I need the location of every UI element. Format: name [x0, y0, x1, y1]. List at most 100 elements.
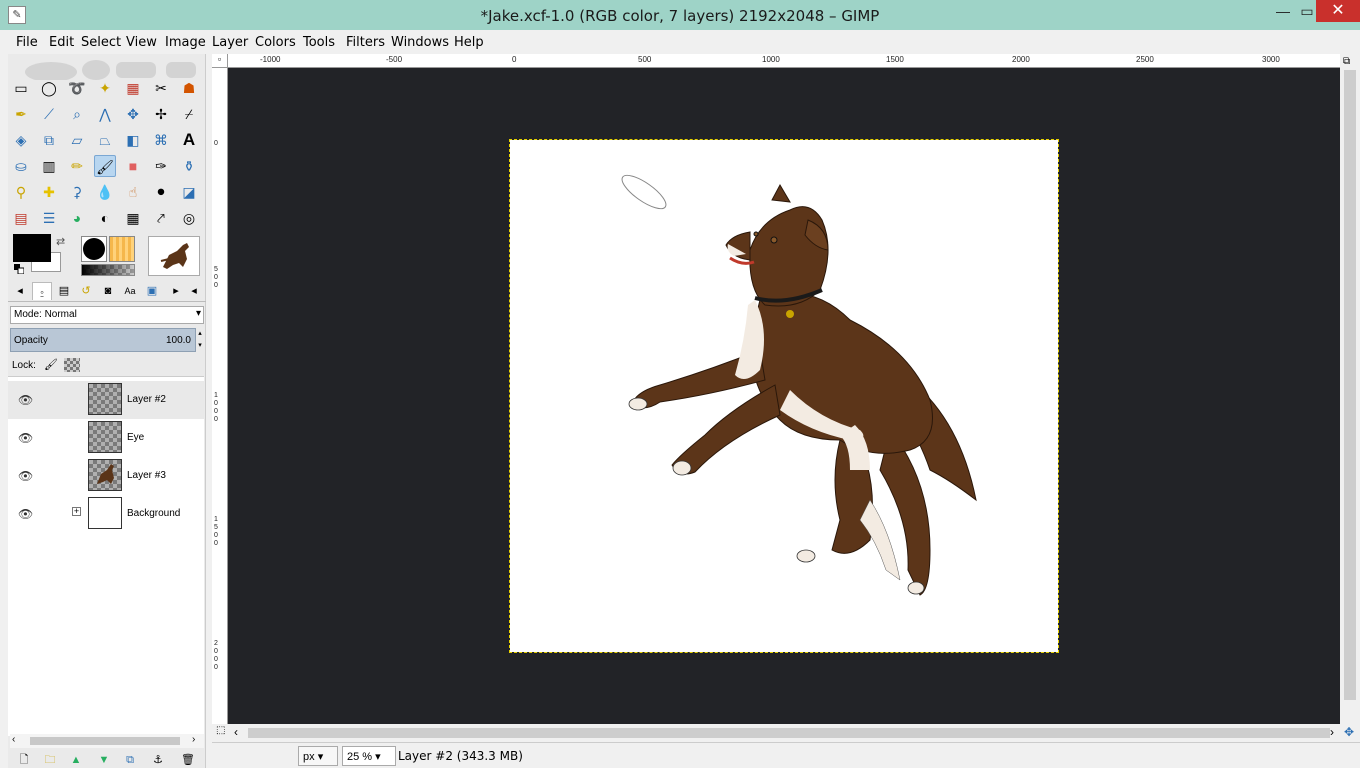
vertical-scrollbar[interactable]: ⧉ — [1340, 54, 1360, 724]
menu-edit[interactable]: Edit — [49, 35, 74, 50]
colorize-icon[interactable]: ◕ — [66, 207, 88, 229]
scrollbar-thumb[interactable] — [30, 737, 180, 745]
horizontal-ruler[interactable]: -1000 -500 0 500 1000 1500 2000 2500 300… — [228, 54, 1340, 68]
delete-layer-icon[interactable]: 🗑 — [180, 752, 196, 768]
measure-icon[interactable]: ⋀ — [94, 103, 116, 125]
default-colors-icon[interactable] — [14, 264, 24, 274]
tab-scroll-right-icon[interactable]: ▸ — [166, 282, 186, 300]
menu-colors[interactable]: Colors — [255, 35, 296, 50]
threshold-icon[interactable]: ◎ — [178, 207, 200, 229]
tab-scroll-left-icon[interactable]: ◂ — [10, 282, 30, 300]
align-icon[interactable]: ✢ — [150, 103, 172, 125]
levels-icon[interactable]: ▦ — [122, 207, 144, 229]
visibility-eye-icon[interactable]: 👁 — [18, 393, 33, 407]
new-layer-icon[interactable]: 🗋 — [16, 752, 32, 768]
lock-alpha-icon[interactable] — [64, 358, 80, 372]
select-by-color-icon[interactable]: ▦ — [122, 77, 144, 99]
paths-icon[interactable]: ✒ — [10, 103, 32, 125]
anchor-layer-icon[interactable]: ⚓ — [150, 752, 166, 768]
menu-file[interactable]: File — [16, 35, 38, 50]
layer-mode-select[interactable]: Mode: Normal ▾ — [10, 306, 204, 324]
navigate-icon[interactable]: ✥ — [1344, 725, 1354, 739]
horizontal-scrollbar[interactable]: ⬚ ‹ › ✥ — [212, 724, 1360, 742]
brush-preview[interactable] — [81, 236, 107, 262]
scroll-left-icon[interactable]: ‹ — [234, 725, 238, 739]
scroll-left-icon[interactable]: ‹ — [12, 734, 15, 745]
pattern-preview[interactable] — [109, 236, 135, 262]
smudge-icon[interactable]: ☝ — [122, 181, 144, 203]
expand-group-icon[interactable]: + — [72, 507, 81, 516]
zoom-navigation-icon[interactable]: ⧉ — [1343, 56, 1350, 67]
tab-images[interactable]: ▣ — [142, 282, 162, 300]
zoom-icon[interactable]: ⌕ — [66, 103, 88, 125]
free-select-icon[interactable]: ➰ — [66, 77, 88, 99]
menu-layer[interactable]: Layer — [212, 35, 248, 50]
shear-icon[interactable]: ▱ — [66, 129, 88, 151]
heal-icon[interactable]: ✚ — [38, 181, 60, 203]
image-canvas[interactable] — [509, 139, 1059, 653]
scale-icon[interactable]: ⧉ — [38, 129, 60, 151]
blur-icon[interactable]: 💧 — [94, 181, 116, 203]
tab-fonts[interactable]: Aa — [120, 282, 140, 300]
eraser-icon[interactable]: ■ — [122, 155, 144, 177]
visibility-eye-icon[interactable]: 👁 — [18, 431, 33, 445]
ellipse-select-icon[interactable]: ◯ — [38, 77, 60, 99]
bucket-fill-icon[interactable]: ⛀ — [10, 155, 32, 177]
dodge-burn-icon[interactable]: ⚫ — [150, 181, 172, 203]
gradient-preview[interactable] — [81, 264, 135, 276]
active-image-thumbnail[interactable] — [148, 236, 200, 276]
blend-icon[interactable]: ▥ — [38, 155, 60, 177]
scrollbar-thumb[interactable] — [1344, 70, 1356, 700]
tab-layers[interactable]: ▤ — [54, 282, 74, 300]
scroll-right-icon[interactable]: › — [1330, 725, 1334, 739]
lower-layer-icon[interactable]: ▼ — [96, 752, 112, 768]
raise-layer-icon[interactable]: ▲ — [68, 752, 84, 768]
canvas-viewport[interactable] — [228, 68, 1340, 724]
crop-icon[interactable]: ⌿ — [178, 103, 200, 125]
duplicate-layer-icon[interactable]: ⧉ — [122, 752, 138, 768]
clone-icon[interactable]: ⚲ — [10, 181, 32, 203]
menu-help[interactable]: Help — [454, 35, 484, 50]
swap-colors-icon[interactable]: ⇄ — [56, 235, 65, 248]
tab-tool-options[interactable]: ⍛ — [32, 282, 52, 300]
cage-transform-icon[interactable]: ⌘ — [150, 129, 172, 151]
zoom-select[interactable]: 25 % ▾ — [342, 746, 396, 766]
opacity-slider[interactable]: Opacity 100.0 — [10, 328, 196, 352]
menu-tools[interactable]: Tools — [303, 35, 335, 50]
perspective-clone-icon[interactable]: ⚳ — [66, 181, 88, 203]
layer-row[interactable]: 👁 Layer #2 — [8, 381, 204, 419]
menu-image[interactable]: Image — [165, 35, 206, 50]
vertical-ruler[interactable]: 0 500 1000 1500 2000 — [212, 68, 228, 724]
new-layer-group-icon[interactable]: 🗀 — [42, 752, 58, 768]
layers-horizontal-scrollbar[interactable]: ‹ › — [10, 734, 204, 748]
pencil-icon[interactable]: ✏ — [66, 155, 88, 177]
paintbrush-icon[interactable]: 🖌 — [94, 155, 116, 177]
fuzzy-select-icon[interactable]: ✦ — [94, 77, 116, 99]
layer-row[interactable]: 👁 Eye — [8, 419, 204, 457]
menu-filters[interactable]: Filters — [346, 35, 385, 50]
tab-configure-icon[interactable]: ◂ — [184, 282, 204, 300]
menu-select[interactable]: Select — [81, 35, 121, 50]
menu-windows[interactable]: Windows — [391, 35, 449, 50]
brightness-contrast-icon[interactable]: ◐ — [94, 207, 116, 229]
ink-icon[interactable]: ⚱ — [178, 155, 200, 177]
foreground-select-icon[interactable]: ☗ — [178, 77, 200, 99]
flip-icon[interactable]: ◧ — [122, 129, 144, 151]
ruler-corner[interactable]: ▫ — [212, 54, 228, 68]
foreground-color-swatch[interactable] — [13, 234, 51, 262]
opacity-spinner[interactable]: ▴ ▾ — [196, 328, 204, 352]
lock-pixels-icon[interactable]: 🖌 — [44, 358, 58, 371]
hue-saturation-icon[interactable]: ☰ — [38, 207, 60, 229]
text-tool-icon[interactable]: A — [178, 129, 200, 151]
rotate-icon[interactable]: ◈ — [10, 129, 32, 151]
visibility-eye-icon[interactable]: 👁 — [18, 507, 33, 521]
tab-channels[interactable]: ◙ — [98, 282, 118, 300]
perspective-icon[interactable]: ⏢ — [94, 129, 116, 151]
layer-row[interactable]: 👁 + Background — [8, 495, 204, 533]
move-icon[interactable]: ✥ — [122, 103, 144, 125]
rect-select-icon[interactable]: ▭ — [10, 77, 32, 99]
layer-row[interactable]: 👁 Layer #3 — [8, 457, 204, 495]
color-picker-icon[interactable]: ⟋ — [38, 103, 60, 125]
menu-view[interactable]: View — [126, 35, 157, 50]
scissors-icon[interactable]: ✂ — [150, 77, 172, 99]
